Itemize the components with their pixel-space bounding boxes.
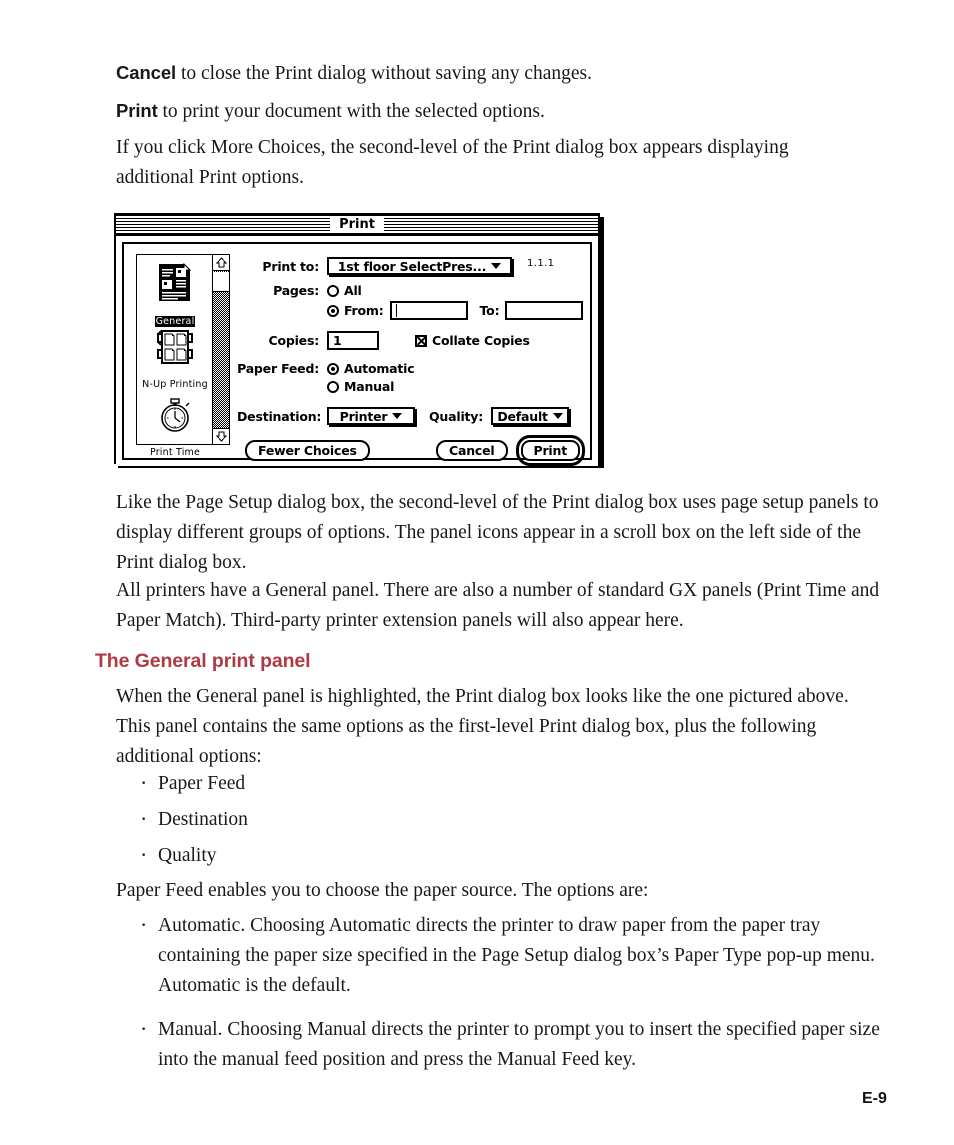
scroll-up-arrow-icon[interactable] xyxy=(213,255,229,271)
paragraph-print: Print to print your document with the se… xyxy=(116,96,886,127)
paragraph-general-panel-intro: When the General panel is highlighted, t… xyxy=(116,686,849,767)
document-icon xyxy=(137,262,213,307)
panel-item-n-up-printing[interactable]: N-Up Printing xyxy=(137,330,213,391)
dialog-title-bar: Print xyxy=(116,215,598,236)
label-collate-copies: Collate Copies xyxy=(432,333,530,348)
destination-popup-menu[interactable]: Printer xyxy=(327,407,415,425)
label-quality: Quality: xyxy=(429,408,484,424)
print-dialog-window: Print General N-Up Printing Print Time P… xyxy=(114,213,600,466)
print-default-button-ring: Print xyxy=(515,435,585,466)
quality-popup-menu[interactable]: Default xyxy=(491,407,570,425)
label-pages: Pages: xyxy=(273,283,319,298)
document-page: Cancel to close the Print dialog without… xyxy=(0,0,954,1145)
panel-label-n-up-printing: N-Up Printing xyxy=(142,379,208,390)
pages-from-input[interactable] xyxy=(389,301,468,320)
n-up-pages-icon xyxy=(137,330,213,370)
row-dialog-buttons: Fewer Choices Cancel Print xyxy=(245,435,585,466)
list-item: Manual. Choosing Manual directs the prin… xyxy=(136,1014,881,1075)
chevron-down-icon xyxy=(491,263,502,269)
label-paper-feed: Paper Feed: xyxy=(237,361,319,376)
row-paper-feed-automatic: Paper Feed: Automatic xyxy=(237,361,415,376)
row-paper-feed-manual: Manual xyxy=(237,379,394,394)
fewer-choices-button[interactable]: Fewer Choices xyxy=(245,440,370,461)
scroll-down-arrow-icon[interactable] xyxy=(213,428,229,444)
print-to-value: 1st floor SelectPres... xyxy=(337,258,487,274)
checkbox-collate-copies[interactable] xyxy=(415,334,427,347)
paragraph-page-setup-panels: Like the Page Setup dialog box, the seco… xyxy=(116,492,879,573)
copies-value: 1 xyxy=(333,333,342,348)
panel-scroll-box[interactable]: General N-Up Printing Print Time xyxy=(136,254,230,458)
label-copies: Copies: xyxy=(268,333,319,348)
panel-scrollbar[interactable] xyxy=(212,255,229,444)
row-pages-all: Pages: All xyxy=(237,283,362,298)
dialog-title: Print xyxy=(330,217,384,232)
scrollbar-thumb[interactable] xyxy=(213,272,229,292)
panel-item-general[interactable]: General xyxy=(137,262,213,328)
list-item: Paper Feed xyxy=(136,768,736,799)
copies-input[interactable]: 1 xyxy=(327,331,379,350)
list-item: Quality xyxy=(136,840,736,871)
row-destination-quality: Destination: Printer Quality: Default xyxy=(237,407,570,425)
print-options-form: Print to: 1st floor SelectPres... 1.1.1 … xyxy=(237,249,587,466)
label-paper-feed-automatic: Automatic xyxy=(344,361,415,376)
cancel-button[interactable]: Cancel xyxy=(436,440,508,461)
chevron-down-icon xyxy=(392,413,403,419)
section-heading-general-print-panel: The General print panel xyxy=(95,650,311,672)
panel-label-print-time: Print Time xyxy=(149,447,201,458)
pages-to-input[interactable] xyxy=(505,301,584,320)
label-pages-from: From: xyxy=(344,303,384,318)
options-bullet-list: Paper Feed Destination Quality xyxy=(136,768,736,877)
cancel-lead-term: Cancel xyxy=(116,62,177,83)
list-item: Destination xyxy=(136,804,736,835)
print-description: to print your document with the selected… xyxy=(157,101,545,122)
label-destination: Destination: xyxy=(237,408,322,424)
paragraph-more-choices: If you click More Choices, the second-le… xyxy=(116,137,789,188)
print-dialog-screenshot: Print General N-Up Printing Print Time P… xyxy=(114,213,604,468)
panel-item-print-time[interactable]: Print Time xyxy=(137,396,213,459)
panel-label-general: General xyxy=(154,316,196,327)
list-item: Automatic. Choosing Automatic directs th… xyxy=(136,910,881,1001)
label-pages-to: To: xyxy=(479,303,500,318)
version-label: 1.1.1 xyxy=(527,258,555,269)
destination-value: Printer xyxy=(339,408,388,424)
radio-paper-feed-manual[interactable] xyxy=(327,380,339,393)
dialog-body: General N-Up Printing Print Time Print t… xyxy=(116,236,598,466)
paragraph-gx-panels: All printers have a General panel. There… xyxy=(116,580,880,631)
page-number: E-9 xyxy=(862,1090,887,1107)
paragraph-cancel: Cancel to close the Print dialog without… xyxy=(116,58,886,89)
quality-value: Default xyxy=(497,408,548,424)
label-print-to: Print to: xyxy=(262,258,319,274)
print-lead-term: Print xyxy=(116,100,158,121)
paragraph-paper-feed-intro: Paper Feed enables you to choose the pap… xyxy=(116,880,649,901)
row-pages-from-to: From: To: xyxy=(237,301,584,320)
paper-feed-bullet-list: Automatic. Choosing Automatic directs th… xyxy=(136,910,881,1081)
print-button[interactable]: Print xyxy=(520,440,580,461)
stopwatch-icon xyxy=(137,396,213,438)
text-caret xyxy=(395,304,397,317)
cancel-description: to close the Print dialog without saving… xyxy=(176,63,593,84)
radio-pages-from[interactable] xyxy=(327,304,339,317)
row-copies: Copies: 1 Collate Copies xyxy=(237,331,530,350)
radio-pages-all[interactable] xyxy=(327,284,339,297)
radio-paper-feed-automatic[interactable] xyxy=(327,362,339,375)
row-print-to: Print to: 1st floor SelectPres... xyxy=(237,257,512,275)
label-paper-feed-manual: Manual xyxy=(344,379,395,394)
panel-icon-list: General N-Up Printing Print Time xyxy=(137,255,213,458)
print-to-popup-menu[interactable]: 1st floor SelectPres... xyxy=(327,257,512,275)
label-pages-all: All xyxy=(344,283,362,298)
chevron-down-icon xyxy=(552,413,563,419)
